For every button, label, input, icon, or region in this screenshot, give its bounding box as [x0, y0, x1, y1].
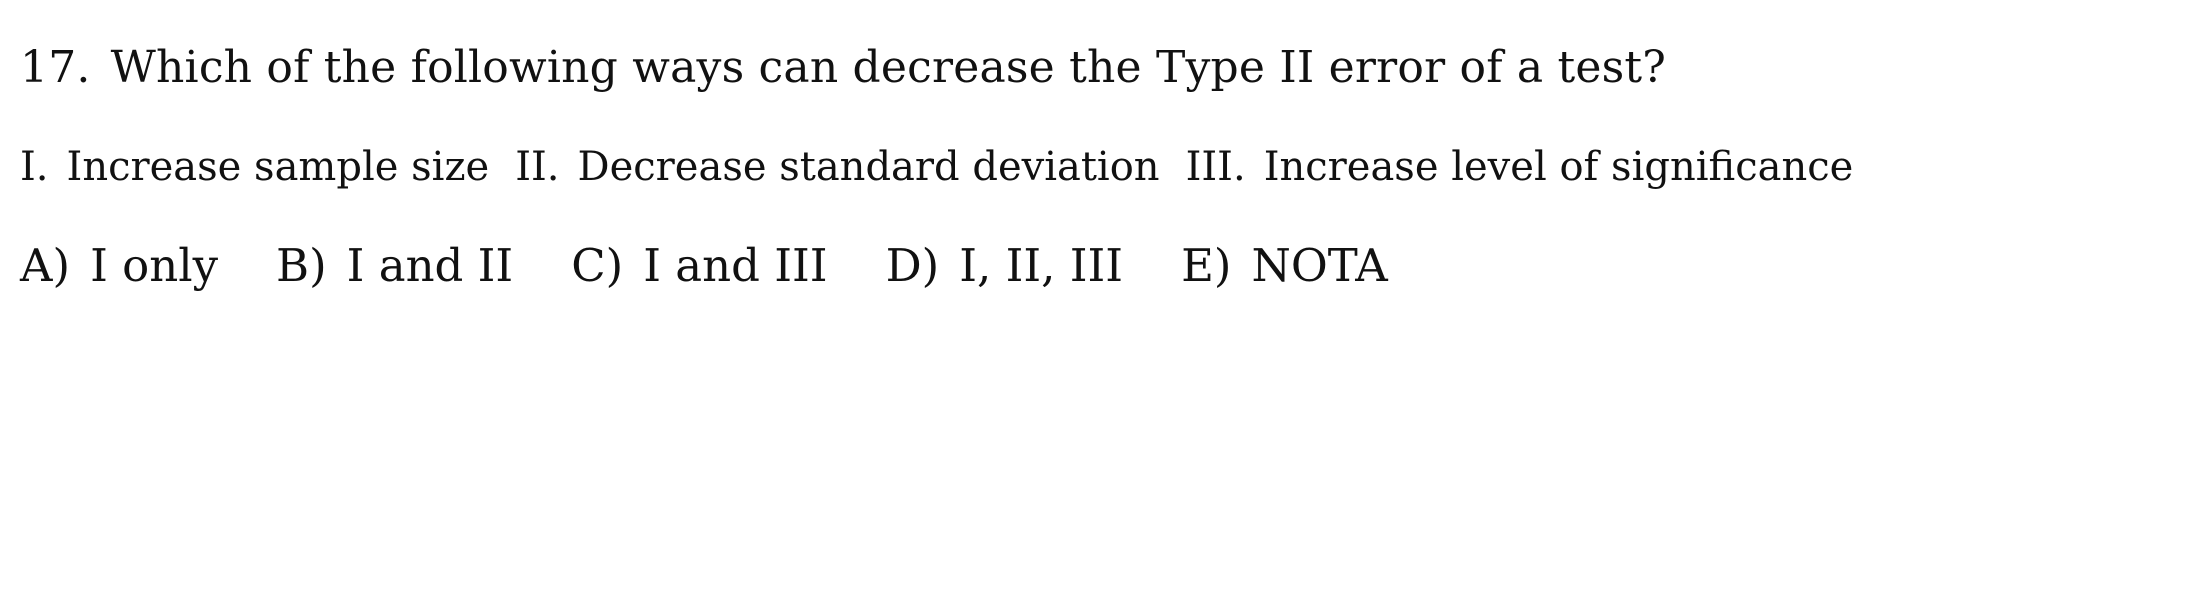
- choice-a-letter: A): [20, 239, 71, 292]
- statement-3-text: Increase level of significance: [1263, 144, 1854, 190]
- statement-1-numeral: I.: [20, 144, 49, 190]
- choice-e[interactable]: E) NOTA: [1181, 236, 1388, 296]
- statement-2: II. Decrease standard deviation: [515, 140, 1159, 194]
- choice-d-letter: D): [885, 239, 940, 292]
- statement-2-numeral: II.: [515, 144, 560, 190]
- statement-1-text: Increase sample size: [66, 144, 490, 190]
- answer-choices: A) I only B) I and II C) I and III D) I, II,…: [20, 236, 1446, 296]
- choice-e-text: NOTA: [1251, 239, 1388, 292]
- choice-e-letter: E): [1181, 239, 1232, 292]
- choice-d[interactable]: D) I, II, III: [886, 236, 1124, 296]
- choice-b-letter: B): [276, 239, 327, 292]
- choice-c[interactable]: C) I and III: [571, 236, 827, 296]
- choice-b-text: I and II: [346, 239, 514, 292]
- choice-a-text: I only: [90, 239, 219, 292]
- statement-list: I. Increase sample size II. Decrease stand…: [20, 140, 1853, 194]
- question-text: Which of the following ways can decrease…: [110, 42, 1667, 93]
- question-stem: 17. Which of the following ways can decre…: [20, 38, 1666, 98]
- choice-c-text: I and III: [643, 239, 828, 292]
- choice-c-letter: C): [571, 239, 624, 292]
- question-number: 17.: [20, 42, 91, 93]
- statement-1: I. Increase sample size: [20, 140, 489, 194]
- statement-3: III. Increase level of significance: [1186, 140, 1854, 194]
- choice-d-text: I, II, III: [959, 239, 1124, 292]
- statement-3-numeral: III.: [1185, 144, 1246, 190]
- statement-2-text: Decrease standard deviation: [577, 144, 1160, 190]
- choice-a[interactable]: A) I only: [20, 236, 218, 296]
- choice-b[interactable]: B) I and II: [276, 236, 513, 296]
